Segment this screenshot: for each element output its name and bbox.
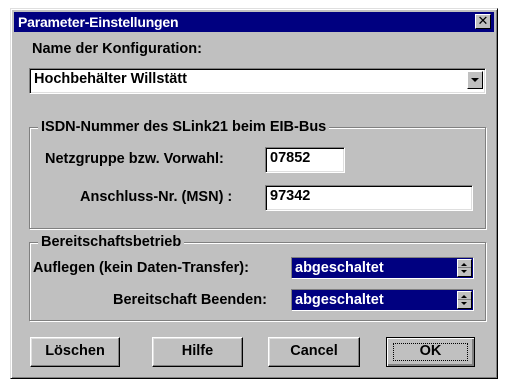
spin-arrows-icon[interactable] [457, 291, 472, 309]
msn-label: Anschluss-Nr. (MSN) : [80, 189, 233, 205]
ok-button[interactable]: OK [386, 337, 475, 367]
dialog-title: Parameter-Einstellungen [18, 14, 179, 30]
beenden-spinner[interactable]: abgeschaltet [291, 289, 474, 311]
spin-arrows-icon[interactable] [457, 259, 472, 277]
focus-indicator [393, 343, 468, 361]
config-name-label: Name der Konfiguration: [32, 41, 202, 57]
cancel-button[interactable]: Cancel [268, 337, 360, 367]
netzgruppe-value: 07852 [270, 150, 311, 166]
loeschen-button[interactable]: Löschen [30, 337, 120, 367]
auflegen-value: abgeschaltet [295, 260, 384, 276]
auflegen-label: Auflegen (kein Daten-Transfer): [33, 260, 249, 276]
auflegen-spinner[interactable]: abgeschaltet [291, 257, 474, 279]
close-icon[interactable]: ✕ [475, 14, 491, 29]
help-button[interactable]: Hilfe [152, 337, 243, 367]
parameter-dialog: Parameter-Einstellungen ✕ Name der Konfi… [10, 8, 498, 379]
msn-input[interactable]: 97342 [265, 185, 473, 211]
chevron-down-icon[interactable] [467, 71, 483, 89]
config-name-value: Hochbehälter Willstätt [34, 71, 187, 87]
isdn-group-title: ISDN-Nummer des SLink21 beim EIB-Bus [38, 118, 330, 136]
netzgruppe-label: Netzgruppe bzw. Vorwahl: [45, 151, 224, 167]
msn-value: 97342 [270, 188, 311, 204]
beenden-label: Bereitschaft Beenden: [113, 292, 267, 308]
isdn-group: ISDN-Nummer des SLink21 beim EIB-Bus [29, 118, 486, 229]
standby-group-title: Bereitschaftsbetrieb [38, 233, 185, 251]
netzgruppe-input[interactable]: 07852 [265, 147, 345, 173]
beenden-value: abgeschaltet [295, 292, 384, 308]
config-name-dropdown[interactable]: Hochbehälter Willstätt [29, 68, 486, 94]
title-bar[interactable]: Parameter-Einstellungen ✕ [14, 12, 494, 32]
